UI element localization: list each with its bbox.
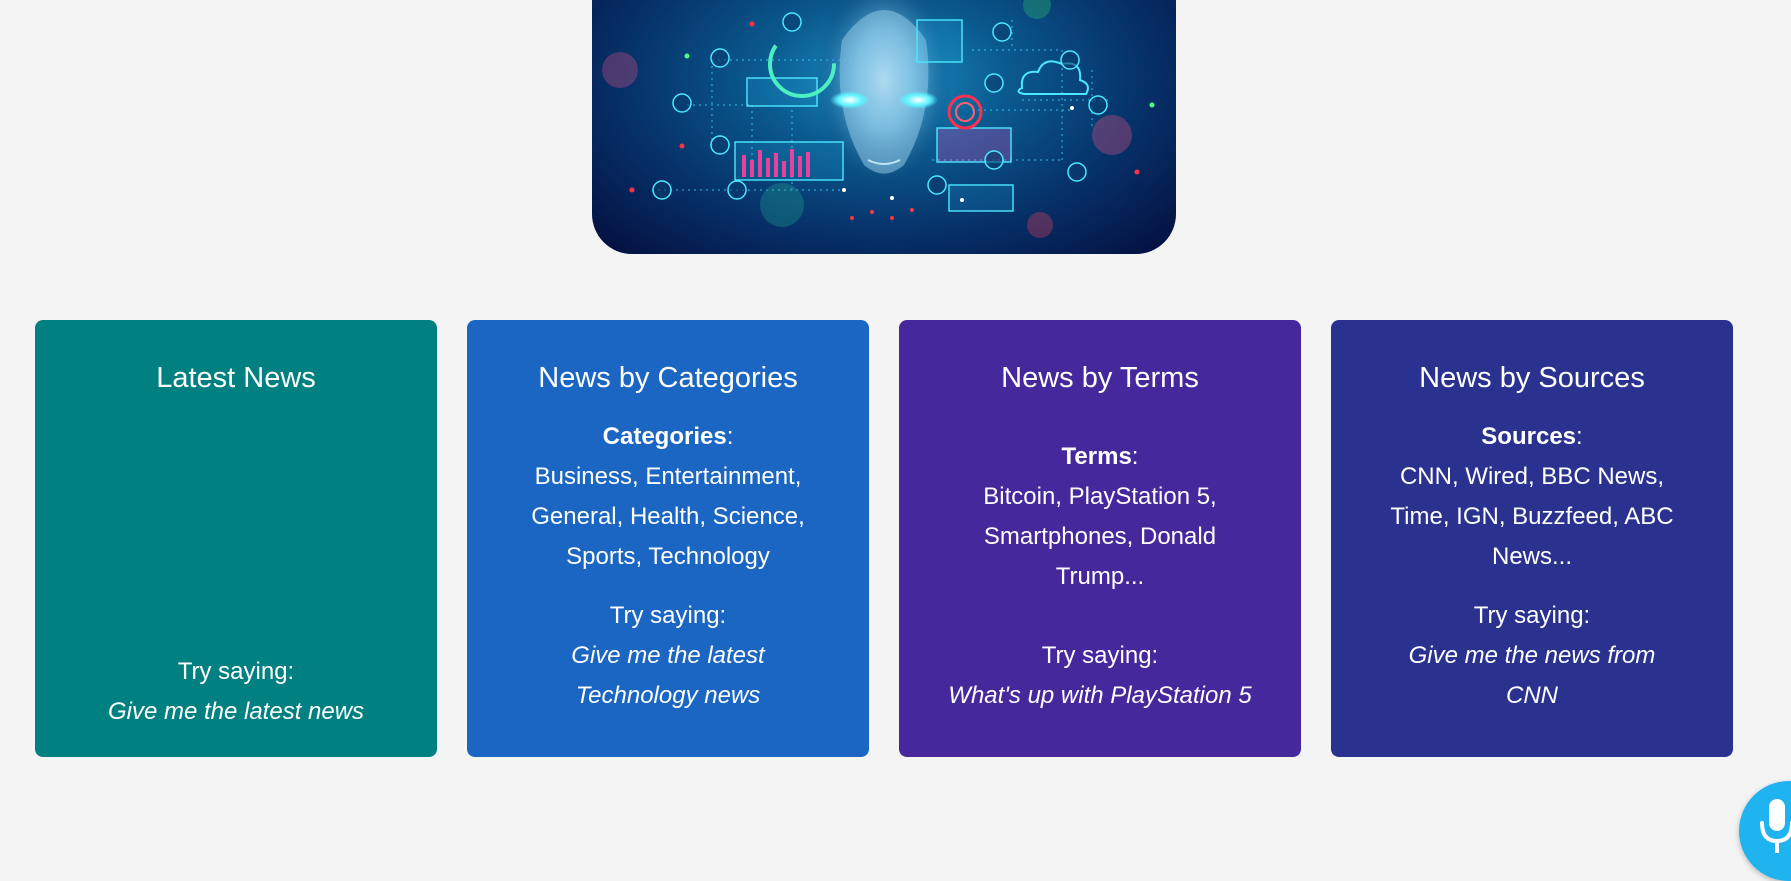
news-by-terms-card: News by Terms Terms: Bitcoin, PlayStatio… <box>899 320 1301 757</box>
try-saying-label: Try saying: <box>1473 602 1591 630</box>
info-separator: : <box>1131 443 1139 471</box>
latest-news-card: Latest News Try saying: Give me the late… <box>35 320 437 757</box>
terms-info: Terms: Bitcoin, PlayStation 5, Smartphon… <box>955 437 1245 597</box>
card-title: News by Terms <box>1001 362 1199 394</box>
try-saying-label: Try saying: <box>1041 642 1159 670</box>
info-label: Categories <box>602 423 727 451</box>
try-saying-block: Try saying: Give me the news from CNN <box>1387 596 1677 716</box>
microphone-icon <box>1760 799 1791 853</box>
try-saying-label: Try saying: <box>609 602 727 630</box>
voice-assistant-button[interactable] <box>1739 781 1791 881</box>
hero-banner-image <box>592 0 1176 254</box>
try-saying-block: Try saying: What's up with PlayStation 5 <box>948 636 1251 716</box>
example-phrase: Give me the latest news <box>107 698 365 726</box>
sources-info: Sources: CNN, Wired, BBC News, Time, IGN… <box>1377 417 1687 577</box>
info-label: Sources <box>1481 423 1577 451</box>
info-separator: : <box>1576 423 1583 451</box>
info-text: Business, Entertainment, General, Health… <box>531 463 805 571</box>
info-separator: : <box>726 423 734 451</box>
info-text: CNN, Wired, BBC News, Time, IGN, Buzzfee… <box>1390 463 1674 571</box>
feature-cards: Latest News Try saying: Give me the late… <box>35 320 1733 757</box>
card-title: News by Categories <box>538 362 798 394</box>
example-phrase: What's up with PlayStation 5 <box>948 682 1252 710</box>
info-label: Terms <box>1061 443 1132 471</box>
categories-info: Categories: Business, Entertainment, Gen… <box>508 417 828 577</box>
try-saying-label: Try saying: <box>177 658 295 686</box>
try-saying-block: Try saying: Give me the latest Technolog… <box>548 596 788 716</box>
card-title: Latest News <box>156 362 316 394</box>
news-by-sources-card: News by Sources Sources: CNN, Wired, BBC… <box>1331 320 1733 757</box>
example-phrase: Give me the latest Technology news <box>571 642 765 710</box>
example-phrase: Give me the news from CNN <box>1408 642 1656 710</box>
news-by-categories-card: News by Categories Categories: Business,… <box>467 320 869 757</box>
info-text: Bitcoin, PlayStation 5, Smartphones, Don… <box>983 483 1217 591</box>
card-title: News by Sources <box>1419 362 1645 394</box>
try-saying-block: Try saying: Give me the latest news <box>108 652 364 732</box>
